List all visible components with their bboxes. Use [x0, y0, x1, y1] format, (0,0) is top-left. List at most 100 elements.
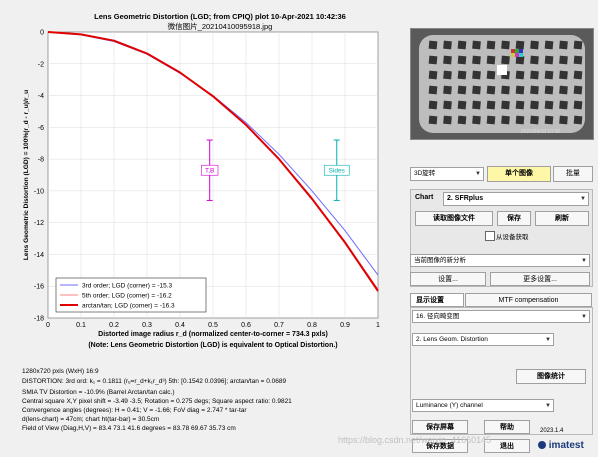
target-square	[428, 100, 438, 110]
target-square	[486, 115, 496, 125]
target-center-square	[497, 65, 507, 75]
current-image-select[interactable]: 当前图像的新分析 ▼	[410, 254, 590, 267]
target-square	[515, 40, 525, 50]
target-square	[443, 40, 452, 50]
settings-button[interactable]: 设置...	[410, 272, 486, 286]
target-square	[573, 40, 583, 50]
tab-display-settings[interactable]: 显示设置	[410, 293, 464, 307]
x-tick-label: 0.3	[142, 322, 152, 329]
target-square	[501, 40, 510, 50]
target-square	[530, 55, 539, 65]
chevron-down-icon: ▼	[581, 314, 587, 320]
target-square	[515, 85, 525, 95]
target-square	[486, 40, 496, 50]
chevron-down-icon: ▼	[475, 171, 481, 177]
current-image-select-value: 当前图像的新分析	[414, 257, 466, 264]
image-thumbnail[interactable]: 2021/04/10 10:38	[410, 28, 594, 140]
target-square	[573, 100, 583, 110]
target-square	[530, 70, 539, 80]
mode-select[interactable]: 3D旋转 ▼	[410, 167, 484, 181]
more-settings-button[interactable]: 更多设置...	[490, 272, 590, 286]
info-line-3: SMIA TV Distortion = -10.9% (Barrel Arct…	[22, 389, 175, 396]
info-line-5: Convergence angles (degrees): H = 0.41; …	[22, 407, 247, 414]
save-button[interactable]: 保存	[497, 211, 531, 226]
chart-label: Chart	[415, 194, 434, 201]
target-square	[443, 70, 452, 80]
target-square	[559, 55, 568, 65]
target-square	[443, 115, 452, 125]
mode-select-value: 3D旋转	[414, 170, 436, 177]
x-ticks: 0 0.1 0.2 0.3 0.4 0.5 0.6 0.7 0.8 0.9 1	[46, 322, 380, 329]
target-square	[559, 115, 568, 125]
x-tick-label: 0	[46, 322, 50, 329]
tab-mtf-compensation[interactable]: MTF compensation	[465, 293, 592, 307]
refresh-button[interactable]: 刷新	[535, 211, 589, 226]
chart-target-image	[419, 35, 585, 133]
y-ticks: 0 -2 -4 -6 -8 -10 -12 -14 -16 -18	[34, 30, 44, 323]
target-square	[559, 85, 568, 95]
channel-select[interactable]: Luminance (Y) channel ▼	[412, 399, 554, 412]
info-line-7: Field of View (Diag,H,V) = 83.4 73.1 41.…	[22, 425, 236, 432]
target-square	[472, 85, 481, 95]
target-square	[428, 115, 438, 125]
single-image-button[interactable]: 单个图像	[487, 166, 551, 182]
target-square	[501, 115, 510, 125]
x-tick-label: 0.6	[241, 322, 251, 329]
target-square	[530, 115, 539, 125]
chevron-down-icon: ▼	[581, 258, 587, 264]
target-square	[530, 85, 539, 95]
y-tick-label: -2	[38, 61, 44, 68]
help-button[interactable]: 帮助	[484, 420, 530, 434]
target-square	[472, 70, 481, 80]
y-tick-label: -10	[34, 188, 44, 195]
x-tick-label: 1	[376, 322, 380, 329]
device-checkbox-label: 从设备获取	[496, 234, 529, 241]
y-tick-label: -16	[34, 284, 44, 291]
target-square	[457, 85, 467, 95]
target-square	[486, 55, 496, 65]
legend-entry: arctan/tan; LGD (corner) = -16.3	[82, 302, 175, 309]
legend: 3rd order; LGD (corner) = -15.3 5th order…	[55, 277, 207, 313]
target-square	[530, 100, 539, 110]
batch-button[interactable]: 批量	[553, 166, 593, 182]
x-tick-label: 0.2	[109, 322, 119, 329]
target-square	[472, 55, 481, 65]
display-select[interactable]: 16. 径向畸变图 ▼	[412, 310, 590, 323]
target-square	[443, 85, 452, 95]
target-square	[559, 40, 568, 50]
target-square	[515, 70, 525, 80]
legend-entry: 3rd order; LGD (corner) = -15.3	[82, 282, 173, 289]
y-tick-label: 0	[40, 30, 44, 37]
chart-select[interactable]: 2. SFRplus ▼	[443, 192, 589, 206]
watermark: https://blog.csdn.net/weixin_41660145	[338, 435, 492, 445]
target-square	[559, 70, 568, 80]
chevron-down-icon: ▼	[580, 196, 586, 202]
device-checkbox[interactable]	[485, 231, 495, 241]
color-patch	[519, 49, 523, 53]
y-tick-label: -18	[34, 316, 44, 323]
x-tick-label: 0.9	[340, 322, 350, 329]
read-image-button[interactable]: 读取图像文件	[415, 211, 493, 226]
info-line-4: Central square X,Y pixel shift = -3.49 -…	[22, 398, 292, 405]
target-square	[544, 100, 554, 110]
target-square	[486, 70, 496, 80]
image-stats-button[interactable]: 图像统计	[516, 369, 586, 384]
target-square	[544, 70, 554, 80]
target-square	[457, 70, 467, 80]
chevron-down-icon: ▼	[545, 337, 551, 343]
version-label: 2023.1.4	[540, 428, 564, 434]
target-square	[501, 100, 510, 110]
y-tick-label: -4	[38, 93, 44, 100]
target-square	[486, 85, 496, 95]
target-square	[501, 55, 510, 65]
sub-plot-select[interactable]: 2. Lens Geom. Distortion ▼	[412, 333, 554, 346]
target-square	[486, 100, 496, 110]
target-square	[515, 100, 525, 110]
marker-label: T,B	[205, 168, 214, 175]
target-square	[559, 100, 568, 110]
x-tick-label: 0.1	[76, 322, 86, 329]
save-screen-button[interactable]: 保存屏幕	[412, 420, 468, 434]
target-square	[428, 55, 438, 65]
legend-entry: 5th order; LGD (corner) = -16.2	[82, 292, 172, 299]
y-tick-label: -6	[38, 125, 44, 132]
